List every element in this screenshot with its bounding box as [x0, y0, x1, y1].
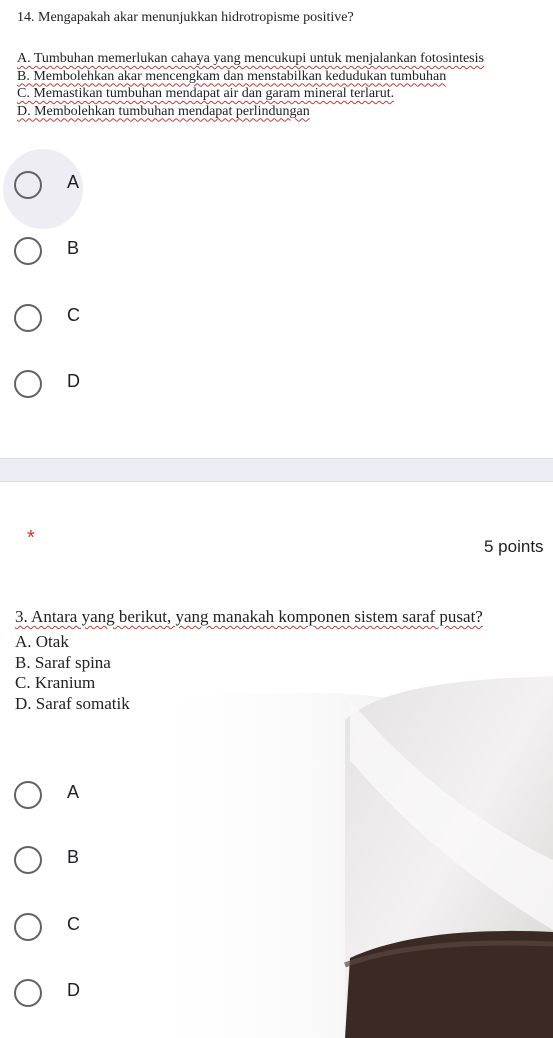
- radio-button-icon[interactable]: [14, 979, 42, 1007]
- radio-label: D: [67, 980, 80, 1000]
- radio-label: C: [67, 914, 80, 934]
- question-3-options: A. Otak B. Saraf spina C. Kranium D. Sar…: [15, 632, 130, 714]
- required-asterisk: *: [27, 527, 35, 549]
- radio-option-b[interactable]: B: [0, 839, 553, 889]
- radio-option-a[interactable]: A: [0, 774, 553, 824]
- question-14-option-b: B. Membolehkan akar mencengkam dan menst…: [17, 68, 447, 84]
- radio-option-d[interactable]: D: [0, 972, 553, 1022]
- radio-label: B: [67, 238, 80, 258]
- question-14-title: 14. Mengapakah akar menunjukkan hidrotro…: [17, 10, 354, 25]
- question-3-option-a: A. Otak: [15, 632, 69, 651]
- radio-button-icon[interactable]: [14, 237, 42, 265]
- question-14-options: A. Tumbuhan memerlukan cahaya yang mencu…: [17, 50, 484, 120]
- radio-option-c[interactable]: C: [0, 906, 553, 956]
- radio-option-d[interactable]: D: [0, 363, 553, 413]
- question-3-option-c: C. Kranium: [15, 673, 96, 693]
- question-3-option-b: B. Saraf spina: [15, 652, 111, 672]
- radio-option-c[interactable]: C: [0, 297, 553, 347]
- radio-button-icon[interactable]: [14, 846, 42, 874]
- radio-button-icon[interactable]: [14, 304, 42, 332]
- question-3-title: 3. Antara yang berikut, yang manakah kom…: [15, 607, 483, 627]
- question-14-option-d: D. Membolehkan tumbuhan mendapat perlind…: [17, 103, 310, 119]
- radio-label: A: [67, 172, 80, 192]
- question-3-option-d: D. Saraf somatik: [15, 693, 130, 713]
- radio-label: C: [67, 305, 80, 325]
- question-3-title-text: 3. Antara yang berikut, yang manakah kom…: [15, 607, 483, 626]
- radio-label: A: [67, 782, 80, 802]
- section-divider: [0, 458, 553, 482]
- radio-button-icon[interactable]: [14, 913, 42, 941]
- question-14-option-a: A. Tumbuhan memerlukan cahaya yang mencu…: [17, 51, 484, 66]
- radio-button-icon[interactable]: [14, 171, 42, 199]
- radio-button-icon[interactable]: [14, 370, 42, 398]
- radio-label: D: [67, 371, 80, 391]
- question-14-option-c: C. Memastikan tumbuhan mendapat air dan …: [17, 86, 395, 101]
- radio-label: B: [67, 847, 80, 867]
- radio-option-b[interactable]: B: [0, 230, 553, 280]
- points-label: 5 points: [484, 537, 544, 556]
- radio-option-a[interactable]: A: [0, 149, 553, 229]
- radio-button-icon[interactable]: [14, 781, 42, 809]
